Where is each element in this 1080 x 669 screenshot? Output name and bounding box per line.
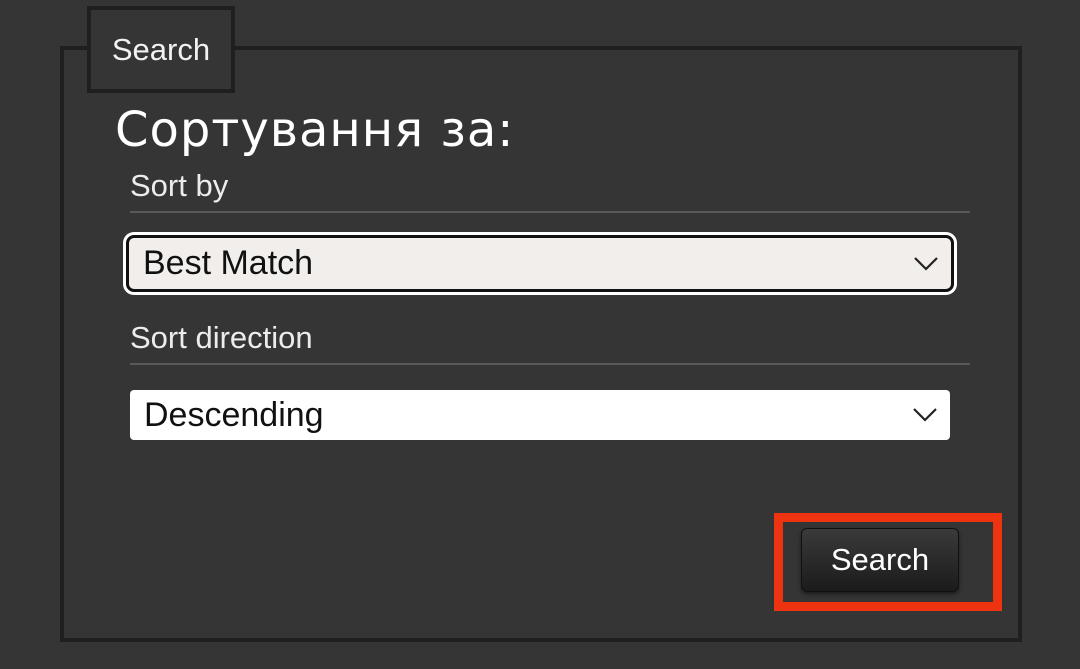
sort-direction-label: Sort direction: [130, 320, 313, 355]
divider: [130, 211, 970, 213]
chevron-down-icon: [914, 256, 938, 271]
page: Search Сортування за: Sort by Best Match…: [0, 0, 1080, 669]
fieldset-legend: Search: [87, 6, 235, 93]
divider: [130, 363, 970, 365]
sort-direction-select[interactable]: Descending: [130, 390, 950, 440]
sort-by-value: Best Match: [143, 244, 314, 282]
sort-by-label: Sort by: [130, 168, 229, 203]
chevron-down-icon: [913, 408, 937, 422]
search-button[interactable]: Search: [801, 528, 959, 592]
sort-heading: Сортування за:: [115, 102, 515, 158]
sort-by-select[interactable]: Best Match: [126, 235, 954, 292]
sort-direction-value: Descending: [144, 395, 324, 434]
